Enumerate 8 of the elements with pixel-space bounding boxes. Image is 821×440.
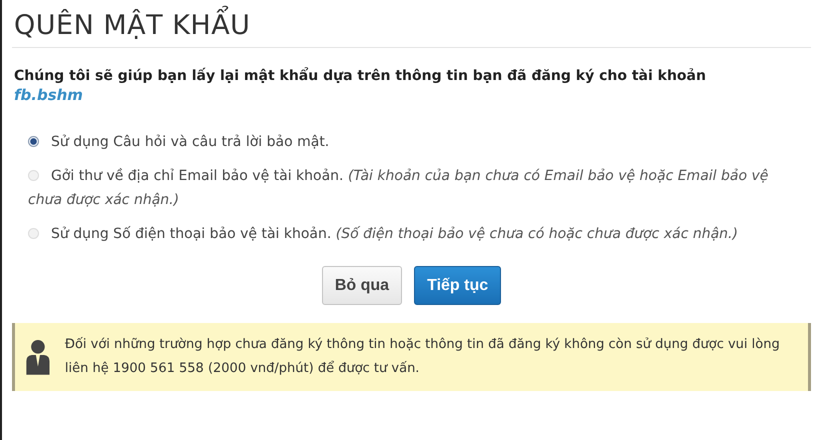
radio-button[interactable] bbox=[28, 136, 39, 147]
continue-button[interactable]: Tiếp tục bbox=[414, 266, 502, 305]
page-title: QUÊN MẬT KHẨU bbox=[12, 0, 811, 48]
skip-button[interactable]: Bỏ qua bbox=[322, 266, 402, 305]
intro-text: Chúng tôi sẽ giúp bạn lấy lại mật khẩu dựa trên thông tin bạn đã đăng ký cho tài khoản bbox=[13, 68, 707, 84]
radio-option[interactable]: Sử dụng Câu hỏi và câu trả lời bảo mật. bbox=[28, 130, 811, 154]
notice-text: Đối với những trường hợp chưa đăng ký thông tin hoặc thông tin đã đăng ký không còn sử dụng được vui lòng liên hệ 1900 561 558 (2000 vnđ/phút) để được tư vấn. bbox=[64, 336, 781, 378]
account-name: fb.bshm bbox=[13, 86, 83, 104]
